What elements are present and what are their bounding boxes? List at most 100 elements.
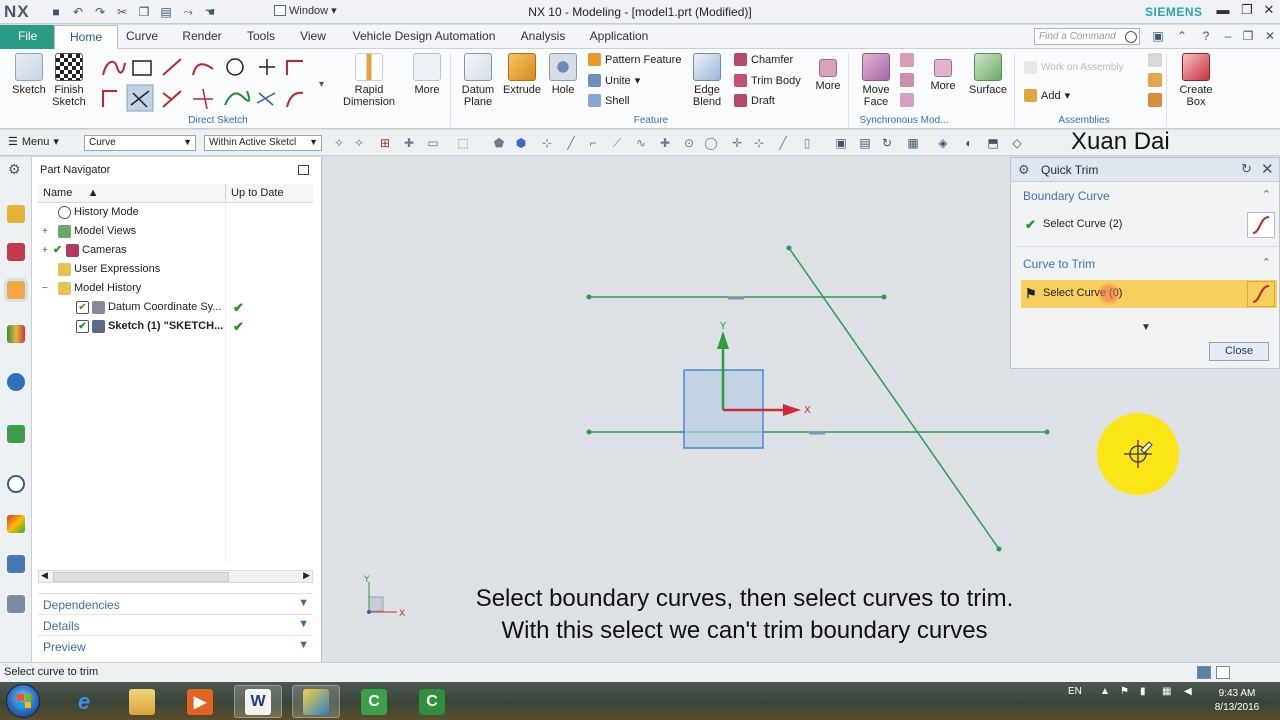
close-button[interactable]: Close	[1209, 342, 1269, 361]
network-icon[interactable]: ▦	[1162, 686, 1171, 697]
tab-view[interactable]: View	[294, 25, 332, 49]
view-fit-icon[interactable]: ▣	[834, 136, 848, 150]
scroll-left-icon[interactable]: ◀	[41, 570, 48, 581]
roles-icon[interactable]	[7, 555, 25, 573]
tree-row-model-views[interactable]: + Model Views	[38, 222, 313, 241]
boundary-select-curve-row[interactable]: ✔ Select Curve (2)	[1021, 211, 1277, 239]
trim-body-button[interactable]: Trim Body	[734, 74, 801, 87]
sketch-button[interactable]: Sketch	[6, 53, 52, 96]
maximize-panel-icon[interactable]	[298, 165, 309, 175]
taskbar-nx[interactable]	[292, 685, 340, 718]
minimize-doc-icon[interactable]: –	[1220, 29, 1236, 43]
show-hidden-icons-icon[interactable]: ▲	[1100, 686, 1110, 697]
unite-button[interactable]: Unite ▾	[588, 74, 640, 87]
restore-button[interactable]: ❐	[1238, 2, 1256, 18]
taskbar-camtasia-recorder[interactable]: C	[408, 685, 456, 718]
diagonal-curve-to-trim[interactable]	[788, 247, 1000, 550]
finish-sketch-button[interactable]: Finish Sketch	[48, 53, 90, 108]
shell-button[interactable]: Shell	[588, 94, 629, 107]
studio-spline-icon[interactable]	[224, 90, 251, 106]
history-icon[interactable]	[7, 475, 25, 493]
replace-face-icon[interactable]	[900, 73, 914, 87]
preview-panel[interactable]: Preview ▼	[38, 635, 313, 655]
offset-curve-icon[interactable]	[256, 92, 276, 106]
draft-button[interactable]: Draft	[734, 94, 775, 107]
snap-point-icon[interactable]: ⌐	[586, 136, 600, 150]
move-face-button[interactable]: Move Face	[856, 53, 896, 108]
delete-face-icon[interactable]	[900, 53, 914, 67]
point-icon[interactable]	[259, 59, 275, 75]
taskbar-media-player[interactable]: ▶	[176, 685, 224, 718]
tree-row-datum-csys[interactable]: ✔ Datum Coordinate Sy... ✔	[38, 298, 313, 317]
volume-icon[interactable]: ◀	[1184, 686, 1192, 697]
datum-plane-button[interactable]: Datum Plane	[456, 53, 500, 108]
selection-filter-icon[interactable]: ▭	[426, 136, 440, 150]
extrude-button[interactable]: Extrude	[500, 53, 544, 96]
arc-icon[interactable]	[192, 63, 214, 76]
tree-row-cameras[interactable]: + ✔ Cameras	[38, 241, 313, 260]
help-icon[interactable]: ?	[1198, 29, 1214, 43]
window-layout-icon[interactable]	[1216, 666, 1230, 679]
body-icon[interactable]: ⬢	[514, 136, 528, 150]
tab-application[interactable]: Application	[584, 25, 654, 49]
reset-icon[interactable]: ↻	[1241, 161, 1252, 177]
collapse-icon[interactable]: −	[42, 283, 48, 294]
column-name-header[interactable]: Name ▲	[43, 187, 99, 199]
background-icon[interactable]: ◐	[962, 136, 976, 150]
chamfer-sketch-icon[interactable]	[102, 90, 117, 107]
snap-point-icon[interactable]: ╱	[564, 136, 578, 150]
orient-view-icon[interactable]: ◈	[936, 136, 950, 150]
tab-curve[interactable]: Curve	[120, 25, 164, 49]
close-doc-icon[interactable]: ✕	[1262, 29, 1278, 43]
expand-more-icon[interactable]: ▼	[1141, 322, 1151, 333]
taskbar-word[interactable]: W	[234, 685, 282, 718]
action-center-icon[interactable]: ⚑	[1120, 686, 1129, 697]
create-box-button[interactable]: Create Box	[1174, 53, 1218, 108]
rapid-dimension-button[interactable]: Rapid Dimension	[336, 53, 402, 108]
navigator-horizontal-scrollbar[interactable]: ◀ ▶	[38, 570, 313, 583]
settings-gear-icon[interactable]: ⚙	[8, 161, 21, 178]
snap-point-icon[interactable]: ✛	[730, 136, 744, 150]
snap-point-icon[interactable]: ✚	[658, 136, 672, 150]
menu-button[interactable]: ☰ Menu ▾	[8, 135, 59, 149]
tab-vehicle-design-automation[interactable]: Vehicle Design Automation	[344, 25, 504, 49]
system-clock[interactable]: 9:43 AM 8/13/2016	[1200, 687, 1274, 715]
minimize-button[interactable]: ▬	[1214, 2, 1232, 17]
checkbox-checked[interactable]: ✔	[76, 320, 89, 333]
more-sketch-button[interactable]: More	[406, 53, 448, 96]
tree-row-model-history[interactable]: − Model History	[38, 279, 313, 298]
line-icon[interactable]	[162, 58, 182, 76]
selection-filter-icon[interactable]: ⊞	[378, 136, 392, 150]
snap-point-icon[interactable]: ◯	[704, 136, 718, 150]
hole-button[interactable]: Hole	[544, 53, 582, 96]
selection-filter-icon[interactable]: ✚	[402, 136, 416, 150]
constraint-navigator-icon[interactable]	[7, 243, 25, 261]
tab-tools[interactable]: Tools	[240, 25, 282, 49]
fillet-icon[interactable]	[286, 60, 303, 75]
surface-button[interactable]: Surface	[966, 53, 1010, 96]
layer-icon[interactable]: ⬒	[986, 136, 1000, 150]
start-button[interactable]	[6, 684, 40, 718]
tab-analysis[interactable]: Analysis	[514, 25, 572, 49]
pattern-curve-icon[interactable]	[286, 91, 304, 108]
more-sync-button[interactable]: More	[924, 59, 962, 92]
scroll-thumb[interactable]	[53, 572, 229, 582]
more-arrow-icon[interactable]: ▾	[319, 79, 324, 90]
make-corner-icon[interactable]	[193, 88, 213, 110]
quick-extend-icon[interactable]	[162, 90, 182, 108]
tab-home[interactable]: Home	[54, 25, 118, 50]
add-component-button[interactable]: Add ▾	[1024, 89, 1070, 102]
full-screen-icon[interactable]	[1197, 666, 1211, 679]
snap-point-icon[interactable]: ⊙	[682, 136, 696, 150]
tree-row-user-expressions[interactable]: User Expressions	[38, 260, 313, 279]
checkbox-checked[interactable]: ✔	[76, 301, 89, 314]
circle-icon[interactable]	[226, 58, 244, 76]
profile-icon[interactable]	[102, 60, 126, 76]
work-on-assembly-button[interactable]: Work on Assembly	[1024, 61, 1124, 74]
language-indicator[interactable]: EN	[1068, 686, 1082, 697]
render-style-icon[interactable]: ▦	[906, 136, 920, 150]
edge-blend-button[interactable]: Edge Blend	[686, 53, 728, 108]
work-layer-icon[interactable]: ◇	[1010, 136, 1024, 150]
system-scenes-icon[interactable]	[7, 595, 25, 613]
more-feature-button[interactable]: More	[808, 59, 848, 92]
